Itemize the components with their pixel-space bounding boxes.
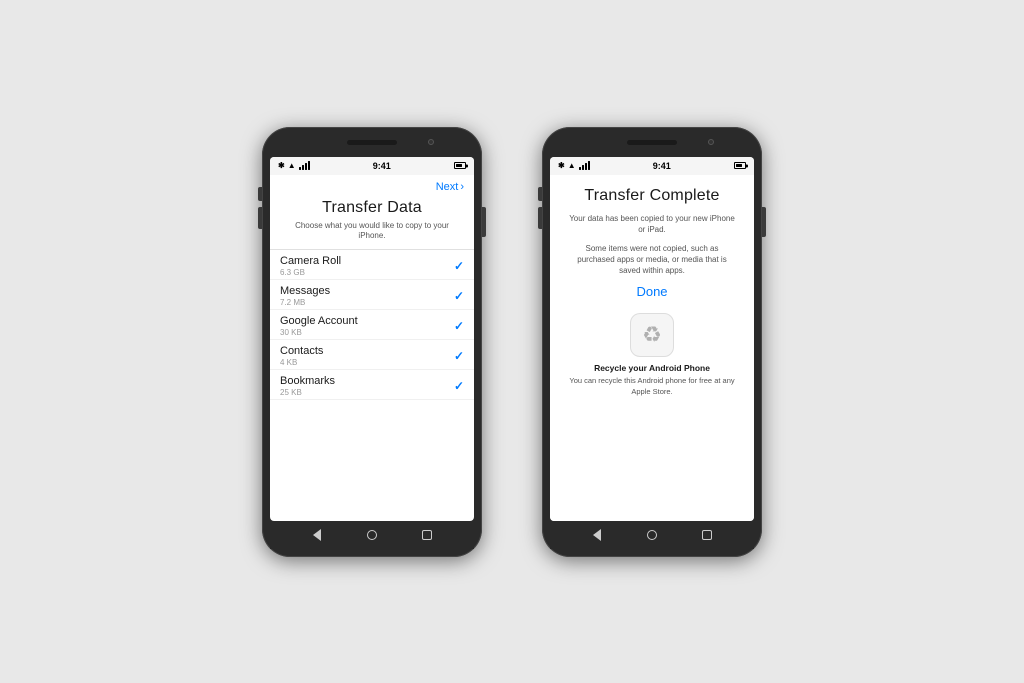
bluetooth-icon: ✱: [278, 161, 285, 170]
volume-down-btn[interactable]: [258, 207, 262, 229]
transfer-complete-screen: Transfer Complete Your data has been cop…: [550, 175, 754, 521]
back-icon: [313, 529, 321, 541]
side-buttons-right: [482, 207, 486, 237]
checkmark-bookmarks: ✓: [454, 379, 464, 393]
phone-right: ✱ ▲ 9:41 Transf: [542, 127, 762, 557]
home-icon-right: [647, 530, 657, 540]
bluetooth-icon-right: ✱: [558, 161, 565, 170]
done-button[interactable]: Done: [636, 284, 667, 299]
phone-bottom-nav-left: [270, 521, 474, 549]
phone-left-body: ✱ ▲ 9:41: [262, 127, 482, 557]
checkmark-messages: ✓: [454, 289, 464, 303]
battery-fill-right: [736, 164, 742, 167]
back-button-left[interactable]: [310, 528, 324, 542]
battery-fill-left: [456, 164, 462, 167]
recycle-text: You can recycle this Android phone for f…: [566, 376, 738, 397]
next-button[interactable]: Next ›: [436, 181, 464, 193]
phone-top-bar: [270, 135, 474, 157]
transfer-data-screen: Next › Transfer Data Choose what you wou…: [270, 175, 474, 521]
signal-bar-r2: [582, 165, 584, 170]
signal-bar-r3: [585, 163, 587, 170]
transfer-complete-text1: Your data has been copied to your new iP…: [566, 213, 738, 235]
status-bar-left: ✱ ▲ 9:41: [270, 157, 474, 175]
home-button-left[interactable]: [365, 528, 379, 542]
signal-bar-r4: [588, 161, 590, 170]
data-items-list: Camera Roll 6.3 GB ✓ Messages 7.2 MB ✓: [270, 250, 474, 520]
status-icons-right: ✱ ▲: [558, 161, 590, 170]
signal-bars: [299, 161, 310, 170]
volume-up-btn-2[interactable]: [538, 187, 542, 201]
side-buttons-left-2: [538, 187, 542, 229]
status-time-right: 9:41: [653, 161, 671, 171]
battery-icon-right: [734, 162, 746, 169]
checkmark-camera-roll: ✓: [454, 259, 464, 273]
phone-speaker-right: [627, 140, 677, 145]
phone-left: ✱ ▲ 9:41: [262, 127, 482, 557]
transfer-complete-text2: Some items were not copied, such as purc…: [566, 243, 738, 277]
phone-right-body: ✱ ▲ 9:41 Transf: [542, 127, 762, 557]
transfer-complete-title: Transfer Complete: [584, 187, 719, 205]
list-item[interactable]: Bookmarks 25 KB ✓: [270, 370, 474, 400]
back-button-right[interactable]: [590, 528, 604, 542]
list-item[interactable]: Messages 7.2 MB ✓: [270, 280, 474, 310]
home-icon: [367, 530, 377, 540]
list-item[interactable]: Camera Roll 6.3 GB ✓: [270, 250, 474, 280]
battery-area-left: [454, 162, 466, 169]
recents-icon: [422, 530, 432, 540]
phone-left-screen: ✱ ▲ 9:41: [270, 157, 474, 521]
side-buttons-right-2: [762, 207, 766, 237]
recents-icon-right: [702, 530, 712, 540]
phone-speaker: [347, 140, 397, 145]
phone-bottom-nav-right: [550, 521, 754, 549]
transfer-data-subtitle: Choose what you would like to copy to yo…: [270, 221, 474, 250]
volume-down-btn-2[interactable]: [538, 207, 542, 229]
side-buttons-left: [258, 187, 262, 229]
battery-icon-left: [454, 162, 466, 169]
recycle-icon-wrapper: ♻: [630, 313, 674, 357]
next-bar: Next ›: [270, 175, 474, 195]
checkmark-contacts: ✓: [454, 349, 464, 363]
status-icons-left: ✱ ▲: [278, 161, 310, 170]
status-bar-right: ✱ ▲ 9:41: [550, 157, 754, 175]
status-time-left: 9:41: [373, 161, 391, 171]
signal-bars-right: [579, 161, 590, 170]
signal-bar-3: [305, 163, 307, 170]
power-btn[interactable]: [482, 207, 486, 237]
phone-camera: [428, 139, 434, 145]
home-button-right[interactable]: [645, 528, 659, 542]
recycle-title: Recycle your Android Phone: [594, 363, 710, 373]
recents-button-right[interactable]: [700, 528, 714, 542]
transfer-data-title: Transfer Data: [270, 195, 474, 221]
volume-up-btn[interactable]: [258, 187, 262, 201]
back-icon-right: [593, 529, 601, 541]
signal-bar-1: [299, 167, 301, 170]
signal-bar-2: [302, 165, 304, 170]
recents-button-left[interactable]: [420, 528, 434, 542]
signal-bar-4: [308, 161, 310, 170]
list-item[interactable]: Google Account 30 KB ✓: [270, 310, 474, 340]
battery-area-right: [734, 162, 746, 169]
checkmark-google-account: ✓: [454, 319, 464, 333]
phone-right-screen: ✱ ▲ 9:41 Transf: [550, 157, 754, 521]
phone-camera-right: [708, 139, 714, 145]
list-item[interactable]: Contacts 4 KB ✓: [270, 340, 474, 370]
wifi-icon: ▲: [288, 161, 296, 170]
power-btn-2[interactable]: [762, 207, 766, 237]
signal-bar-r1: [579, 167, 581, 170]
wifi-icon-right: ▲: [568, 161, 576, 170]
recycle-icon: ♻: [642, 322, 662, 348]
phone-top-bar-right: [550, 135, 754, 157]
